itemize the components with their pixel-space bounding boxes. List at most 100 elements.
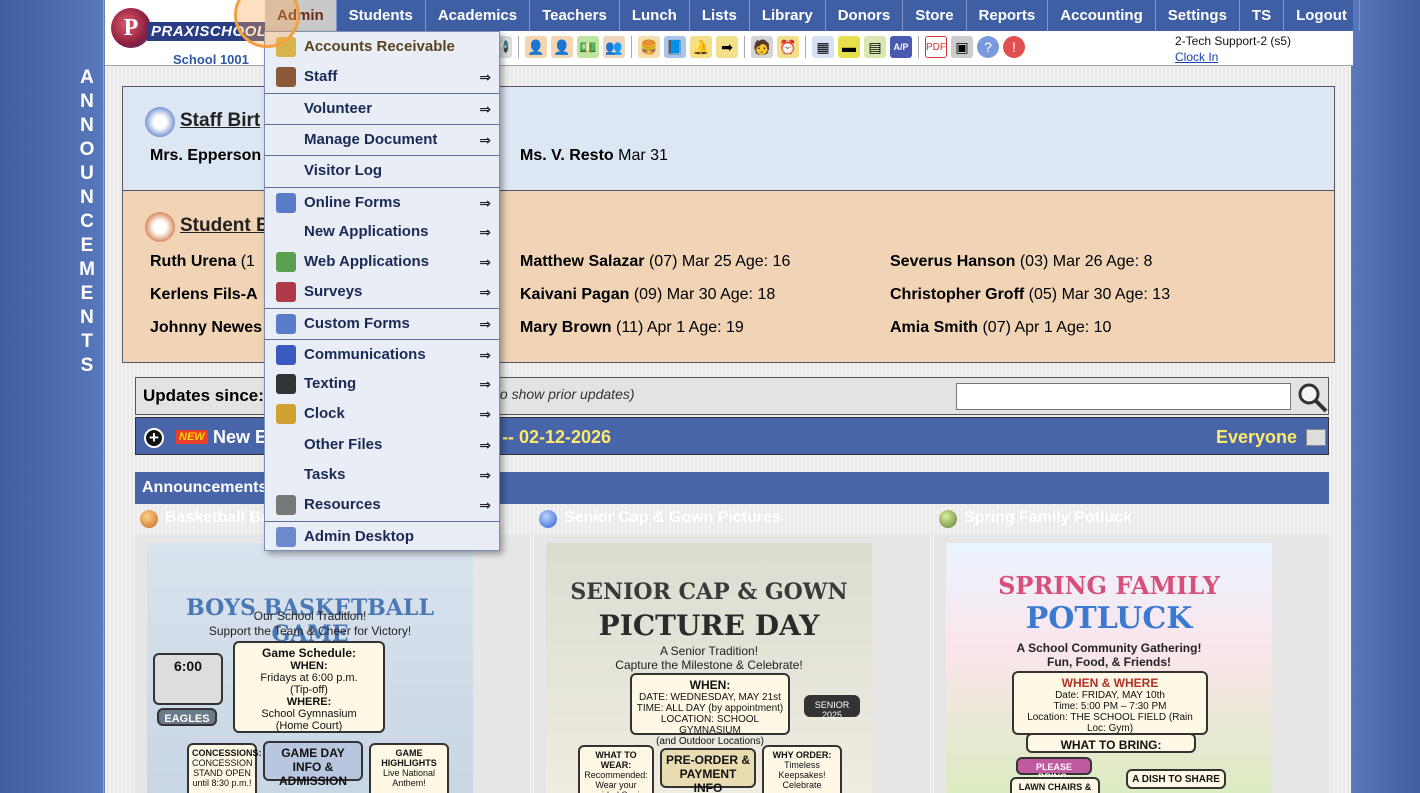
new-updates-date: -- 02-12-2026 (502, 427, 612, 447)
forward-icon[interactable]: ➡ (716, 36, 738, 58)
updates-since-label: Updates since: (143, 386, 264, 405)
nav-academics[interactable]: Academics (426, 0, 531, 31)
menu-item-tasks[interactable]: Tasks ⇒ (265, 460, 499, 490)
table-icon[interactable]: ▦ (812, 36, 834, 58)
nav-students[interactable]: Students (337, 0, 426, 31)
menu-item-web-applications[interactable]: Web Applications ⇒ (265, 247, 499, 277)
why-order-box: WHY ORDER: Timeless Keepsakes! Celebrate (762, 745, 842, 793)
menu-item-manage-document[interactable]: Manage Document ⇒ (265, 124, 499, 154)
nav-logout[interactable]: Logout (1284, 0, 1360, 31)
resources-icon (276, 495, 296, 515)
money-icon[interactable]: 💵 (577, 36, 599, 58)
nav-lunch[interactable]: Lunch (620, 0, 690, 31)
menu-item-clock[interactable]: Clock ⇒ (265, 399, 499, 429)
toolbar-separator (744, 36, 745, 58)
basketball-poster[interactable]: BOYS BASKETBALL GAME Our School Traditio… (147, 543, 473, 793)
logo-text: PRAXISCHOOL (147, 22, 271, 41)
logo[interactable]: P PRAXISCHOOL School 1001 (109, 6, 271, 67)
expand-icon[interactable]: + (144, 428, 164, 448)
school-id: School 1001 (173, 52, 249, 67)
book-icon[interactable]: 📘 (664, 36, 686, 58)
staff-birthdays-title[interactable]: Staff Birt (180, 110, 260, 132)
search-icon[interactable] (1296, 381, 1328, 413)
nav-donors[interactable]: Donors (826, 0, 904, 31)
toolbar-icons: 📢 👤 👤 💵 👥 🍔 📘 🔔 ➡ 🧑 ⏰ ▦ ▬ ▤ A/P PDF ▣ ? … (490, 34, 1025, 60)
teacher-icon[interactable]: 🧑 (751, 36, 773, 58)
family-icon[interactable]: 👥 (603, 36, 625, 58)
bell-icon[interactable]: 🔔 (690, 36, 712, 58)
nav-library[interactable]: Library (750, 0, 826, 31)
poster-subtitle: A Senior Tradition! (659, 644, 759, 658)
menu-item-custom-forms[interactable]: Custom Forms ⇒ (265, 308, 499, 338)
ap-icon[interactable]: A/P (890, 36, 912, 58)
globe-icon (276, 252, 296, 272)
submenu-arrow-icon: ⇒ (479, 376, 491, 392)
vertical-letter: N (80, 187, 94, 208)
poster-subtitle: Fun, Food, & Friends! (1047, 655, 1171, 669)
card-header-senior[interactable]: Senior Cap & Gown Pictures (534, 504, 930, 534)
html-icon (276, 314, 296, 334)
preorder-box: PRE-ORDER & PAYMENT INFO (660, 748, 756, 793)
new-updates-title[interactable]: New E (213, 427, 267, 448)
menu-item-communications[interactable]: Communications ⇒ (265, 339, 499, 369)
submenu-arrow-icon: ⇒ (479, 254, 491, 270)
search-input[interactable] (956, 383, 1291, 410)
poster-title: SPRING FAMILY (998, 571, 1220, 600)
menu-item-other-files[interactable]: Other Files ⇒ (265, 430, 499, 460)
menu-item-online-forms[interactable]: Online Forms ⇒ (265, 187, 499, 217)
student-birthday-entry: Christopher Groff (05) Mar 30 Age: 13 (890, 286, 1171, 303)
alert-icon[interactable]: ! (1003, 36, 1025, 58)
cash-register-icon[interactable]: ▣ (951, 36, 973, 58)
menu-item-staff[interactable]: Staff ⇒ (265, 62, 499, 92)
poster-subtitle: Our School Tradition! (253, 609, 367, 623)
menu-item-surveys[interactable]: Surveys ⇒ (265, 277, 499, 307)
lunch-icon[interactable]: 🍔 (638, 36, 660, 58)
pdf-icon[interactable]: PDF (925, 36, 947, 58)
student-icon[interactable]: 👤 (551, 36, 573, 58)
staff-birthday-entry: Mrs. Epperson (150, 147, 262, 164)
vertical-letter: N (80, 91, 94, 112)
menu-item-label: Volunteer (304, 100, 373, 117)
nav-accounting[interactable]: Accounting (1048, 0, 1156, 31)
menu-item-label: Staff (304, 68, 338, 85)
poster-title: SENIOR CAP & GOWN (570, 579, 848, 605)
ticket-icon[interactable]: ▬ (838, 36, 860, 58)
card-title: Spring Family Potluck (964, 509, 1133, 526)
menu-item-resources[interactable]: Resources ⇒ (265, 490, 499, 520)
card-body-potluck: SPRING FAMILY POTLUCK A School Community… (934, 534, 1329, 793)
help-icon[interactable]: ? (977, 36, 999, 58)
nav-ts[interactable]: TS (1240, 0, 1285, 31)
potluck-poster[interactable]: SPRING FAMILY POTLUCK A School Community… (946, 543, 1272, 793)
staff-birthday-icon (145, 107, 175, 137)
nav-admin[interactable]: Admin (265, 0, 337, 31)
menu-item-texting[interactable]: Texting ⇒ (265, 369, 499, 399)
student-birthdays-title[interactable]: Student B (180, 215, 270, 237)
menu-item-visitor-log[interactable]: Visitor Log (265, 155, 499, 185)
dish-box: A DISH TO SHARE (1126, 769, 1226, 789)
clock-in-link[interactable]: Clock In (1175, 49, 1291, 65)
menu-item-admin-desktop[interactable]: Admin Desktop (265, 521, 499, 551)
user-add-icon[interactable]: 👤 (525, 36, 547, 58)
submenu-arrow-icon: ⇒ (479, 406, 491, 422)
toolbar-separator (918, 36, 919, 58)
nav-teachers[interactable]: Teachers (530, 0, 620, 31)
senior-poster[interactable]: SENIOR CAP & GOWN PICTURE DAY A Senior T… (546, 543, 872, 793)
print-icon[interactable] (1306, 429, 1326, 446)
alarm-icon[interactable]: ⏰ (777, 36, 799, 58)
nav-lists[interactable]: Lists (690, 0, 750, 31)
menu-item-new-applications[interactable]: New Applications ⇒ (265, 217, 499, 247)
nav-reports[interactable]: Reports (967, 0, 1049, 31)
menu-item-volunteer[interactable]: Volunteer ⇒ (265, 93, 499, 123)
vertical-letter: N (80, 115, 94, 136)
nav-store[interactable]: Store (903, 0, 967, 31)
card-title: Senior Cap & Gown Pictures (564, 509, 781, 526)
card-header-potluck[interactable]: Spring Family Potluck (934, 504, 1329, 534)
staff-birthday-entry: Ms. V. Resto Mar 31 (520, 147, 668, 164)
admin-dropdown-menu: Accounts Receivable Staff ⇒ Volunteer ⇒ Manag… (264, 31, 500, 551)
student-birthday-entry: Kaivani Pagan (09) Mar 30 Age: 18 (520, 286, 776, 303)
menu-item-label: Web Applications (304, 253, 430, 270)
printer-money-icon[interactable]: ▤ (864, 36, 886, 58)
menu-item-label: Other Files (304, 436, 383, 453)
menu-item-accounts-receivable[interactable]: Accounts Receivable (265, 32, 499, 62)
nav-settings[interactable]: Settings (1156, 0, 1240, 31)
